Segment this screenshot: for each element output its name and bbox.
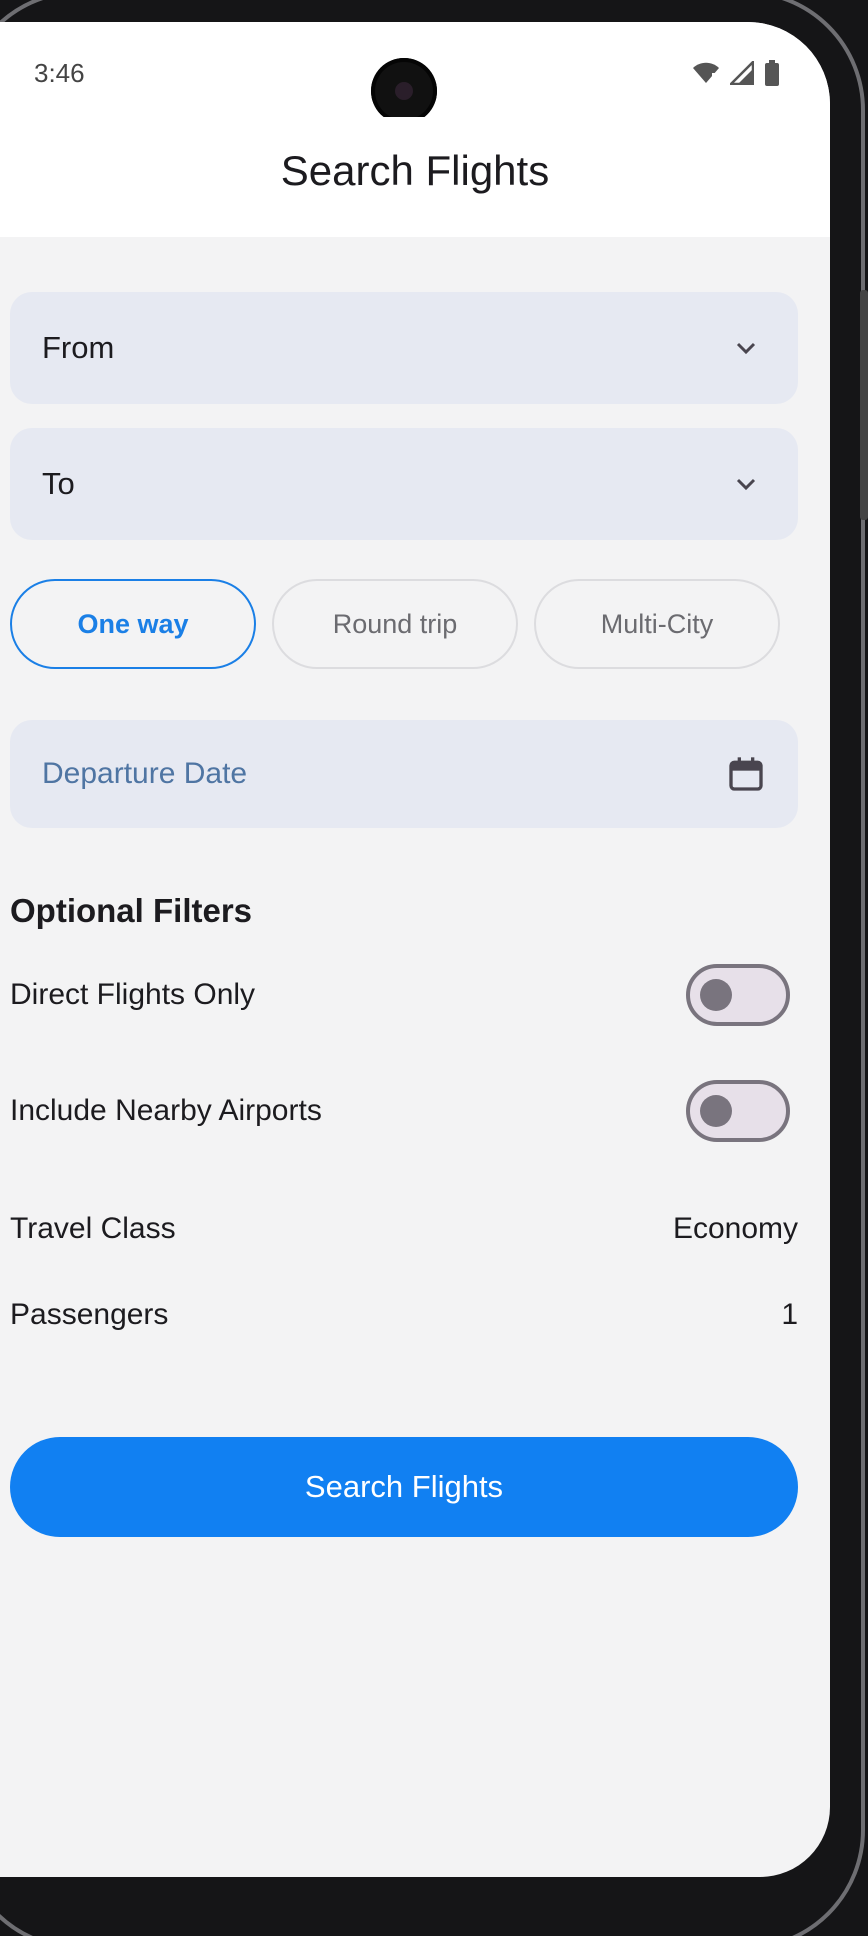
status-bar: 3:46 bbox=[0, 22, 830, 124]
travel-class-label: Travel Class bbox=[10, 1212, 176, 1245]
cellular-signal-icon bbox=[730, 61, 754, 85]
direct-flights-toggle[interactable] bbox=[686, 964, 790, 1026]
direct-flights-label: Direct Flights Only bbox=[10, 978, 256, 1011]
trip-type-selector: One way Round trip Multi-City bbox=[10, 579, 780, 669]
travel-class-row[interactable]: Travel Class Economy bbox=[10, 1204, 798, 1254]
nearby-airports-row: Include Nearby Airports bbox=[10, 1076, 798, 1146]
to-dropdown[interactable]: To bbox=[10, 428, 798, 540]
battery-icon bbox=[765, 60, 779, 86]
one-way-chip[interactable]: One way bbox=[10, 579, 256, 669]
status-time: 3:46 bbox=[34, 58, 85, 88]
passengers-value: 1 bbox=[781, 1298, 798, 1331]
page-title: Search Flights bbox=[280, 147, 550, 194]
passengers-row[interactable]: Passengers 1 bbox=[10, 1290, 798, 1340]
departure-date-field[interactable]: Departure Date bbox=[10, 720, 798, 828]
chevron-down-icon bbox=[736, 478, 756, 491]
multi-city-chip[interactable]: Multi-City bbox=[534, 579, 780, 669]
search-flights-button[interactable]: Search Flights bbox=[10, 1437, 798, 1537]
nearby-airports-toggle[interactable] bbox=[686, 1080, 790, 1142]
device-frame: 3:46 Search Flights From To One way Roun… bbox=[0, 0, 868, 1936]
to-dropdown-label: To bbox=[42, 466, 75, 501]
direct-flights-row: Direct Flights Only bbox=[10, 960, 798, 1030]
chevron-down-icon bbox=[736, 342, 756, 355]
device-side-button bbox=[860, 290, 868, 520]
passengers-label: Passengers bbox=[10, 1298, 169, 1331]
front-camera bbox=[371, 58, 437, 124]
nearby-airports-label: Include Nearby Airports bbox=[10, 1094, 322, 1127]
departure-date-placeholder: Departure Date bbox=[42, 757, 248, 790]
round-trip-chip[interactable]: Round trip bbox=[272, 579, 518, 669]
status-icons bbox=[692, 60, 780, 86]
app-bar: Search Flights bbox=[0, 117, 830, 237]
toggle-knob bbox=[700, 979, 732, 1011]
optional-filters-heading: Optional Filters bbox=[10, 892, 253, 929]
wifi-icon bbox=[693, 62, 719, 85]
travel-class-value: Economy bbox=[672, 1212, 798, 1245]
from-dropdown[interactable]: From bbox=[10, 292, 798, 404]
calendar-icon[interactable] bbox=[726, 754, 766, 794]
from-dropdown-label: From bbox=[42, 330, 115, 365]
app-screen: 3:46 Search Flights From To One way Roun… bbox=[0, 22, 830, 1877]
toggle-knob bbox=[700, 1095, 732, 1127]
